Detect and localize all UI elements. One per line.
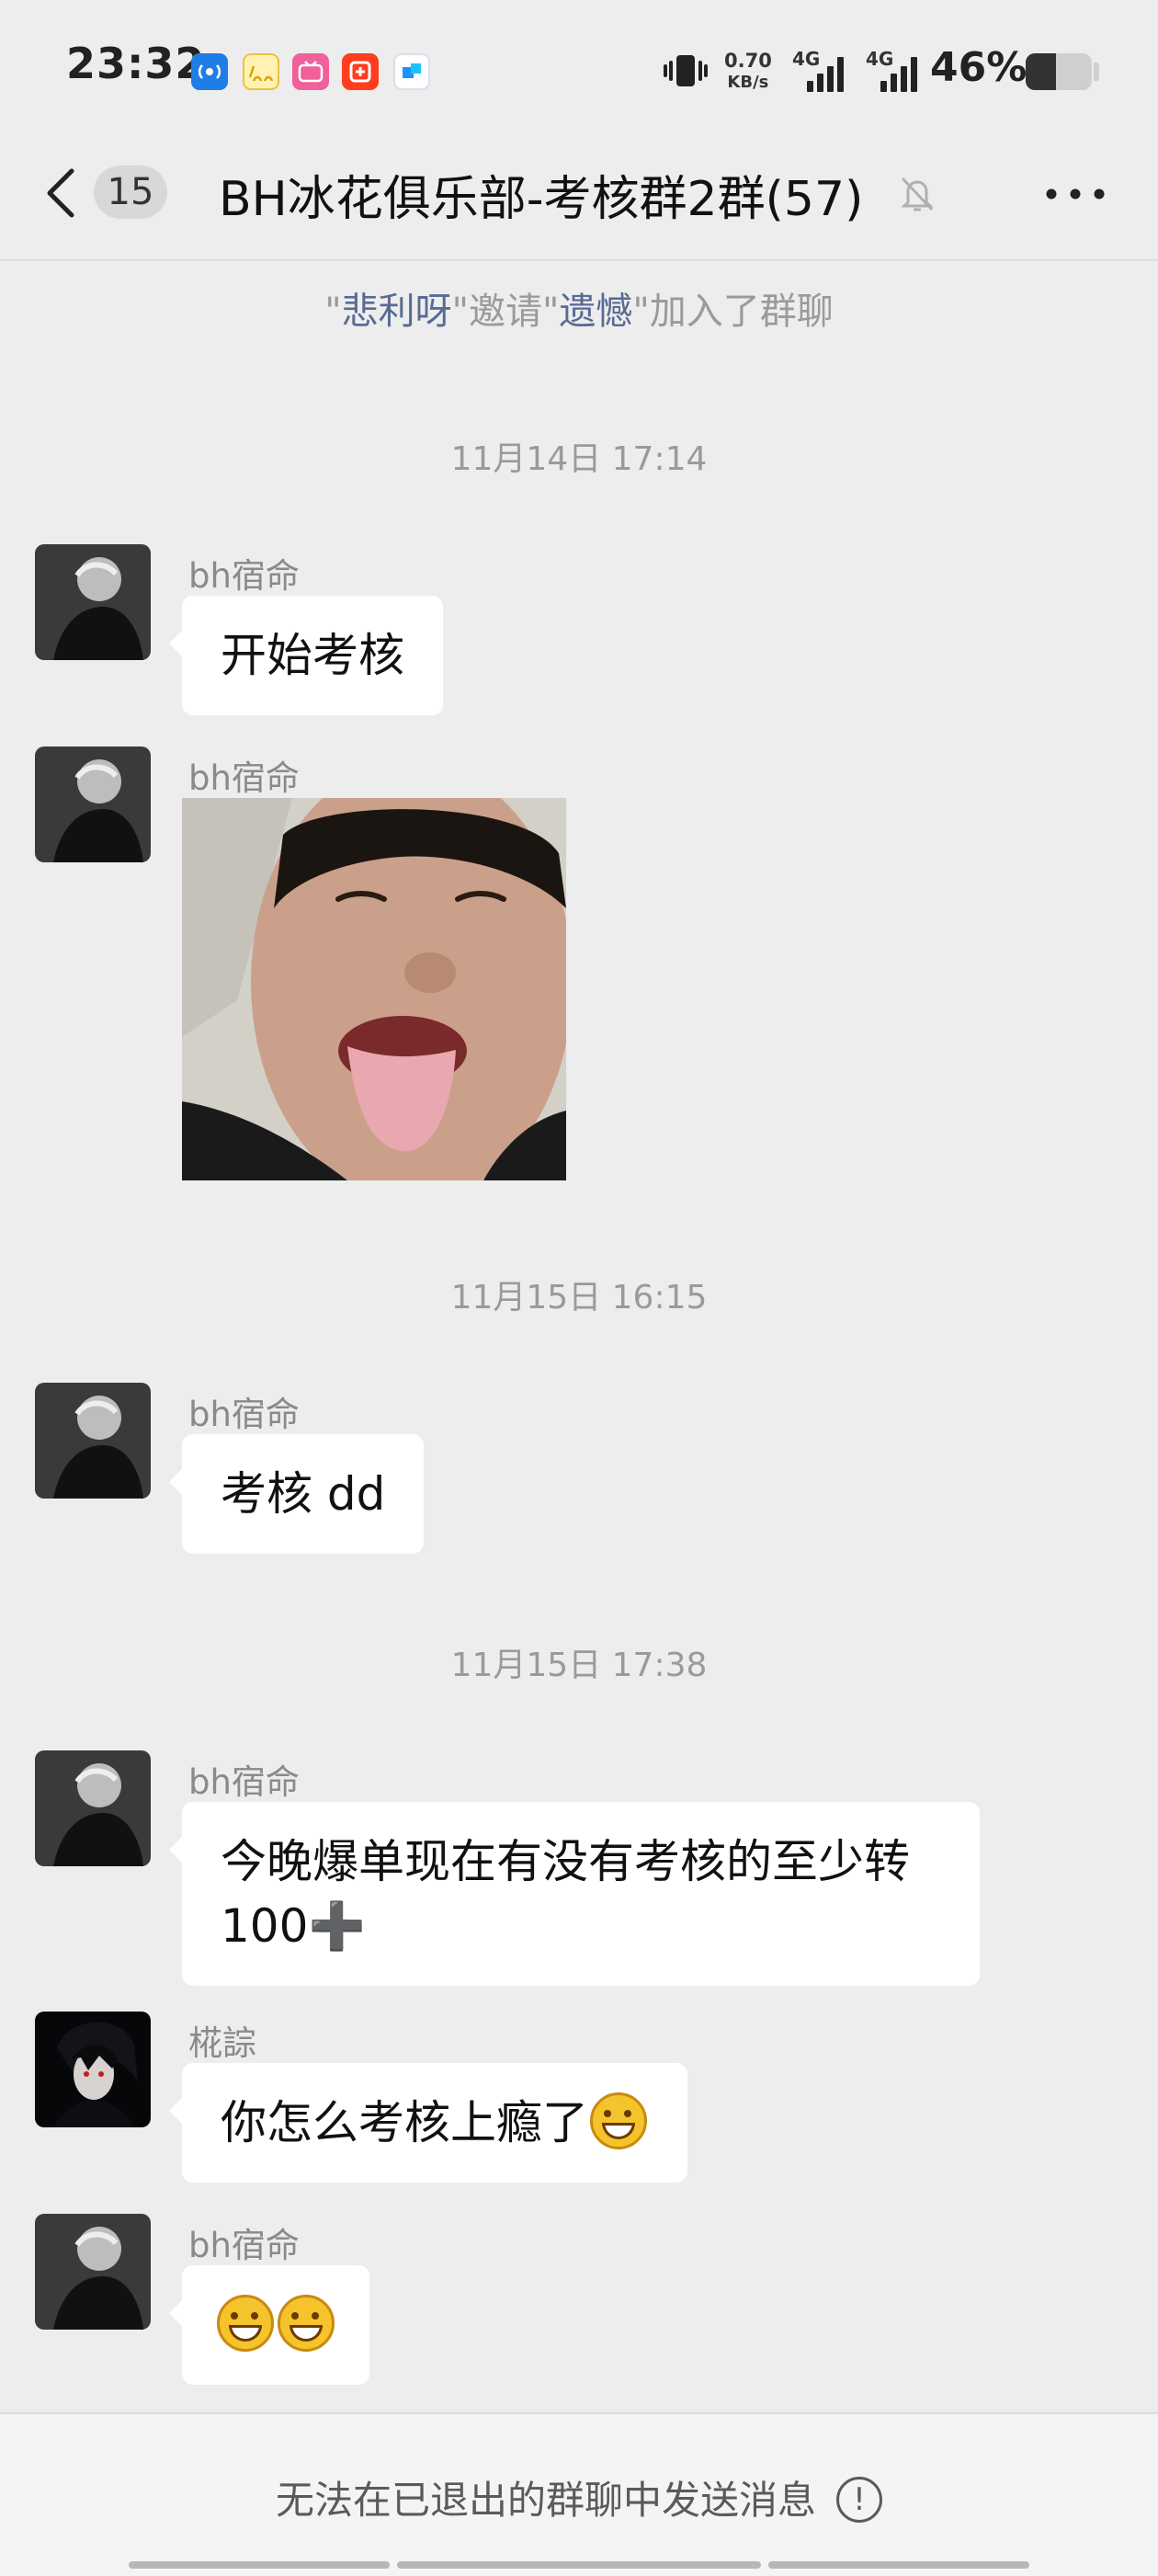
- taobao-icon: [342, 53, 379, 90]
- signal2-icon: [880, 57, 917, 92]
- signal1-icon: [807, 57, 844, 92]
- status-time: 23:32: [66, 39, 206, 88]
- net-speed-value: 0.70: [724, 50, 772, 72]
- sender-name: bh宿命: [188, 556, 300, 596]
- grin-emoji-icon: [590, 2092, 647, 2149]
- grin-emoji-icon: [278, 2295, 335, 2352]
- avatar[interactable]: [35, 1750, 151, 1866]
- notice-quote: ": [324, 291, 342, 333]
- plus-icon: ➕: [308, 1899, 366, 1953]
- avatar[interactable]: [35, 1383, 151, 1499]
- bilibili-icon: [292, 53, 329, 90]
- net-speed-unit: KB/s: [727, 73, 769, 92]
- invitee-name[interactable]: 遗憾: [559, 291, 632, 333]
- back-button[interactable]: [42, 165, 88, 221]
- battery-fill: [1026, 53, 1057, 90]
- sender-name: bh宿命: [188, 1762, 300, 1802]
- message-bubble[interactable]: 考核 dd: [168, 1434, 425, 1554]
- system-notice: "悲利呀"邀请"遗憾"加入了群聊: [0, 281, 1158, 335]
- battery-icon: [1026, 53, 1092, 90]
- avatar[interactable]: [35, 2214, 151, 2330]
- time-divider: 11月14日 17:14: [450, 440, 708, 478]
- nav-gesture-bar[interactable]: [129, 2561, 390, 2569]
- unread-count-badge[interactable]: 15: [94, 165, 167, 219]
- battery-cap: [1094, 63, 1099, 81]
- avatar[interactable]: [35, 2012, 151, 2127]
- app-icon: [393, 53, 430, 90]
- inviter-name[interactable]: 悲利呀: [342, 291, 452, 333]
- avatar[interactable]: [35, 544, 151, 660]
- time-divider: 11月15日 16:15: [450, 1279, 708, 1316]
- more-dots-icon: [1046, 188, 1105, 199]
- chevron-left-icon: [47, 168, 74, 218]
- notice-tail: "加入了群聊: [632, 291, 834, 333]
- grin-emoji-icon: [217, 2295, 274, 2352]
- battery-percent: 46%: [930, 44, 1027, 91]
- message-number: 100: [221, 1899, 309, 1953]
- photo-message[interactable]: [182, 798, 566, 1180]
- exited-group-notice: 无法在已退出的群聊中发送消息!: [0, 2469, 1158, 2525]
- sender-name: bh宿命: [188, 2226, 300, 2265]
- avatar[interactable]: [35, 747, 151, 862]
- sender-name: 椛誴: [188, 2023, 256, 2063]
- sender-name: bh宿命: [188, 758, 300, 798]
- 100-icon: [243, 53, 279, 90]
- message-bubble[interactable]: 开始考核: [169, 596, 443, 715]
- notice-mid: "邀请": [451, 291, 560, 333]
- sender-name: bh宿命: [188, 1395, 300, 1434]
- nav-gesture-bar[interactable]: [397, 2561, 761, 2569]
- time-divider: 11月15日 17:38: [450, 1647, 708, 1684]
- message-bubble[interactable]: 你怎么考核上瘾了: [169, 2063, 687, 2183]
- info-icon[interactable]: !: [836, 2477, 882, 2523]
- net-speed: 0.70 KB/s: [724, 50, 772, 94]
- message-line: 今晚爆单现在有没有考核的至少转: [221, 1835, 910, 1888]
- exited-notice-text: 无法在已退出的群聊中发送消息: [275, 2478, 816, 2523]
- broadcast-icon: [191, 53, 228, 90]
- message-text: 你怎么考核上瘾了: [221, 2096, 588, 2149]
- message-bubble[interactable]: [169, 2265, 369, 2385]
- chat-title: BH冰花俱乐部-考核群2群(57): [219, 172, 864, 227]
- nav-gesture-bar[interactable]: [768, 2561, 1029, 2569]
- vibrate-icon: [662, 51, 710, 94]
- message-bubble[interactable]: 今晚爆单现在有没有考核的至少转 100➕: [169, 1802, 980, 1986]
- more-button[interactable]: [1040, 180, 1110, 208]
- message-line: 100➕: [221, 1894, 941, 1958]
- mute-bell-icon: [895, 171, 939, 219]
